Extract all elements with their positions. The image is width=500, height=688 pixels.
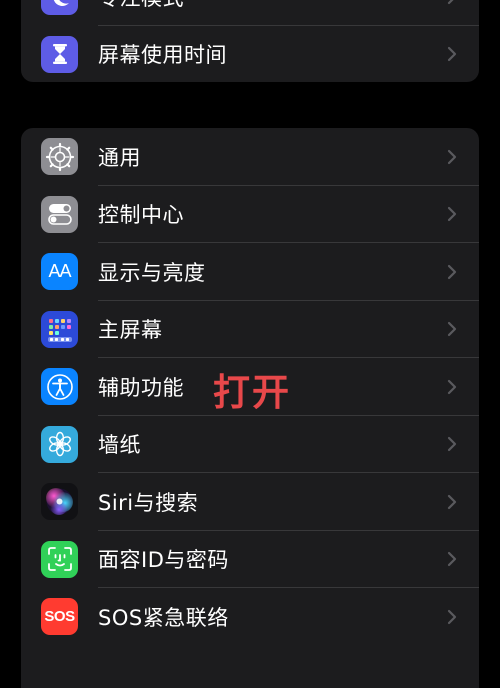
settings-row-label: 屏幕使用时间 xyxy=(98,43,227,68)
sos-icon: SOS xyxy=(41,598,78,636)
text-size-icon-label: AA xyxy=(48,261,71,282)
chevron-right-icon xyxy=(447,322,457,337)
toggles-icon xyxy=(41,195,78,233)
settings-row-siri-search[interactable]: Siri与搜索 xyxy=(21,473,479,531)
home-screen-grid-icon xyxy=(41,310,78,348)
chevron-right-icon xyxy=(447,379,457,394)
settings-row-label: 显示与亮度 xyxy=(98,260,206,285)
settings-row-label: 控制中心 xyxy=(98,203,184,228)
settings-row-label: Siri与搜索 xyxy=(98,490,199,515)
settings-row-wallpaper[interactable]: 墙纸 xyxy=(21,416,479,473)
chevron-right-icon xyxy=(447,149,457,164)
settings-row-screen-time[interactable]: 屏幕使用时间 xyxy=(21,26,479,83)
accessibility-icon xyxy=(41,368,78,406)
settings-row-label: 面容ID与密码 xyxy=(98,548,229,573)
chevron-right-icon xyxy=(447,207,457,222)
siri-icon xyxy=(41,483,78,521)
moon-icon xyxy=(41,0,78,16)
annotation-open-text: 打开 xyxy=(213,371,291,414)
settings-row-label: 主屏幕 xyxy=(98,318,163,343)
chevron-right-icon xyxy=(447,609,457,624)
settings-row-face-id-passcode[interactable]: 面容ID与密码 xyxy=(21,531,479,588)
settings-group-focus: 专注模式 屏幕使用时间 xyxy=(21,0,479,82)
chevron-right-icon xyxy=(447,437,457,452)
chevron-right-icon xyxy=(447,494,457,509)
text-size-icon: AA xyxy=(41,253,78,291)
hourglass-icon xyxy=(41,35,78,73)
chevron-right-icon xyxy=(447,552,457,567)
settings-row-label: 辅助功能 xyxy=(98,375,184,400)
settings-row-home-screen[interactable]: 主屏幕 xyxy=(21,301,479,358)
sos-icon-label: SOS xyxy=(44,608,75,626)
settings-row-emergency-sos[interactable]: SOS SOS紧急联络 xyxy=(21,588,479,646)
face-id-icon xyxy=(41,540,78,578)
gear-icon xyxy=(41,138,78,176)
settings-row-general[interactable]: 通用 xyxy=(21,128,479,186)
settings-row-focus[interactable]: 专注模式 xyxy=(21,0,479,26)
chevron-right-icon xyxy=(447,0,454,4)
chevron-right-icon xyxy=(447,47,457,62)
settings-row-label: 专注模式 xyxy=(98,0,184,12)
flower-icon xyxy=(41,425,78,463)
settings-row-label: 通用 xyxy=(98,145,141,170)
settings-row-label: 墙纸 xyxy=(98,433,141,458)
chevron-right-icon xyxy=(447,264,457,279)
settings-row-control-center[interactable]: 控制中心 xyxy=(21,186,479,243)
settings-row-label: SOS紧急联络 xyxy=(98,605,229,630)
settings-row-display-brightness[interactable]: AA 显示与亮度 xyxy=(21,243,479,301)
